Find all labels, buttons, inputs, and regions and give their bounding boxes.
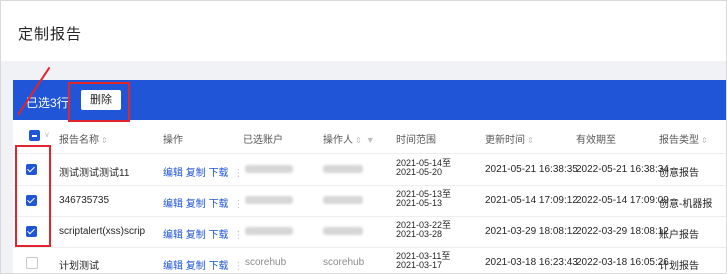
select-all-checkbox[interactable] [29,130,40,141]
download-link[interactable]: 下载 [209,230,229,241]
range-end: 2021-03-28 [396,229,443,239]
delete-highlight-box [68,82,130,122]
column-header-updated-label: 更新时间 [485,135,525,146]
updated-time: 2021-05-14 17:09:12 [485,195,578,206]
filter-icon[interactable]: ▼ [366,135,375,145]
column-header-actions: 操作 [163,135,183,146]
report-type: 创意报告 [659,168,699,179]
account-name: scorehub [245,257,287,268]
sort-caret-icon[interactable]: ⇕ [527,136,534,145]
row-actions: 编辑 复制 下载 ⋮ [163,226,243,241]
table-row: scriptalert(xss)scrip 编辑 复制 下载 ⋮ 2021-03… [13,216,726,248]
time-range: 2021-03-22至 2021-03-28 [396,221,451,239]
download-link[interactable]: 下载 [209,199,229,210]
updated-time: 2021-05-21 16:38:35 [485,164,578,175]
redacted-operator [323,227,363,235]
row-actions: 编辑 复制 下载 ⋮ [163,164,243,179]
download-link[interactable]: 下载 [209,261,229,272]
more-vertical-icon[interactable]: ⋮ [233,199,243,210]
edit-link[interactable]: 编辑 [163,199,183,210]
table-row: 测试测试测试11 编辑 复制 下载 ⋮ 2021-05-14至 2021-05-2… [13,154,726,186]
redacted-operator [323,196,363,204]
sort-caret-icon[interactable]: ⇕ [701,136,708,145]
column-header-updated[interactable]: 更新时间 ⇕ [485,131,534,146]
updated-time: 2021-03-29 18:08:12 [485,226,578,237]
valid-until: 2022-03-29 18:08:12 [576,226,669,237]
operator-name: scorehub [323,257,365,268]
column-header-operator[interactable]: 操作人 ⇕ ▼ [323,131,375,146]
report-type: 计划报告 [659,261,699,272]
selected-count: 已选3行 [26,96,69,110]
edit-link[interactable]: 编辑 [163,261,183,272]
sort-caret-icon[interactable]: ⇕ [355,136,362,145]
download-link[interactable]: 下载 [209,168,229,179]
sort-caret-icon[interactable]: ⇕ [101,136,108,145]
page-header: 定制报告 [1,1,726,61]
time-range: 2021-05-13至 2021-05-13 [396,190,451,208]
report-name: scriptalert(xss)scrip [59,226,146,237]
column-header-valid-until: 有效期至 [576,135,616,146]
valid-until: 2022-05-14 17:09:09 [576,195,669,206]
column-header-type-label: 报告类型 [659,135,699,146]
valid-until: 2022-05-21 16:38:34 [576,164,669,175]
time-range: 2021-03-11至 2021-03-17 [396,252,450,270]
column-header-time-range: 时间范围 [396,135,436,146]
redacted-account [245,227,293,235]
redacted-operator [323,165,363,173]
column-header-name-label: 报告名称 [59,135,99,146]
column-header-name[interactable]: 报告名称 ⇕ [59,131,108,146]
table-header: 报告名称 ⇕ 操作 已选账户 操作人 ⇕ ▼ 时间范围 更新时间 ⇕ 有效期至 报告类型… [13,120,726,154]
chevron-down-icon[interactable]: ∨ [44,130,50,139]
copy-link[interactable]: 复制 [186,261,206,272]
valid-until: 2022-03-18 16:05:26 [576,257,669,268]
report-name: 346735735 [59,195,110,206]
table-row: 346735735 编辑 复制 下载 ⋮ 2021-05-13至 2021-05-… [13,185,726,217]
redacted-account [245,165,293,173]
copy-link[interactable]: 复制 [186,168,206,179]
report-name: 计划测试 [59,261,99,272]
checkbox-highlight-box [15,145,51,247]
updated-time: 2021-03-18 16:23:43 [485,257,578,268]
copy-link[interactable]: 复制 [186,230,206,241]
row-actions: 编辑 复制 下载 ⋮ [163,195,243,210]
report-type: 账户报告 [659,230,699,241]
copy-link[interactable]: 复制 [186,199,206,210]
column-header-type[interactable]: 报告类型 ⇕ [659,131,708,146]
range-end: 2021-05-20 [396,167,443,177]
table-row: 计划测试 编辑 复制 下载 ⋮ scorehub scorehub 2021-0… [13,247,726,273]
more-vertical-icon[interactable]: ⋮ [233,168,243,179]
range-end: 2021-05-13 [396,198,443,208]
more-vertical-icon[interactable]: ⋮ [233,230,243,241]
row-actions: 编辑 复制 下载 ⋮ [163,257,243,272]
column-header-operator-label: 操作人 [323,135,353,146]
range-end: 2021-03-17 [396,260,443,270]
edit-link[interactable]: 编辑 [163,168,183,179]
more-vertical-icon[interactable]: ⋮ [233,261,243,272]
time-range: 2021-05-14至 2021-05-20 [396,159,451,177]
edit-link[interactable]: 编辑 [163,230,183,241]
report-name: 测试测试测试11 [59,168,130,179]
column-header-account: 已选账户 [243,135,283,146]
page-title: 定制报告 [18,26,83,43]
report-type: 创意-机器报 [659,199,713,210]
row-checkbox[interactable] [26,257,38,269]
redacted-account [245,196,293,204]
